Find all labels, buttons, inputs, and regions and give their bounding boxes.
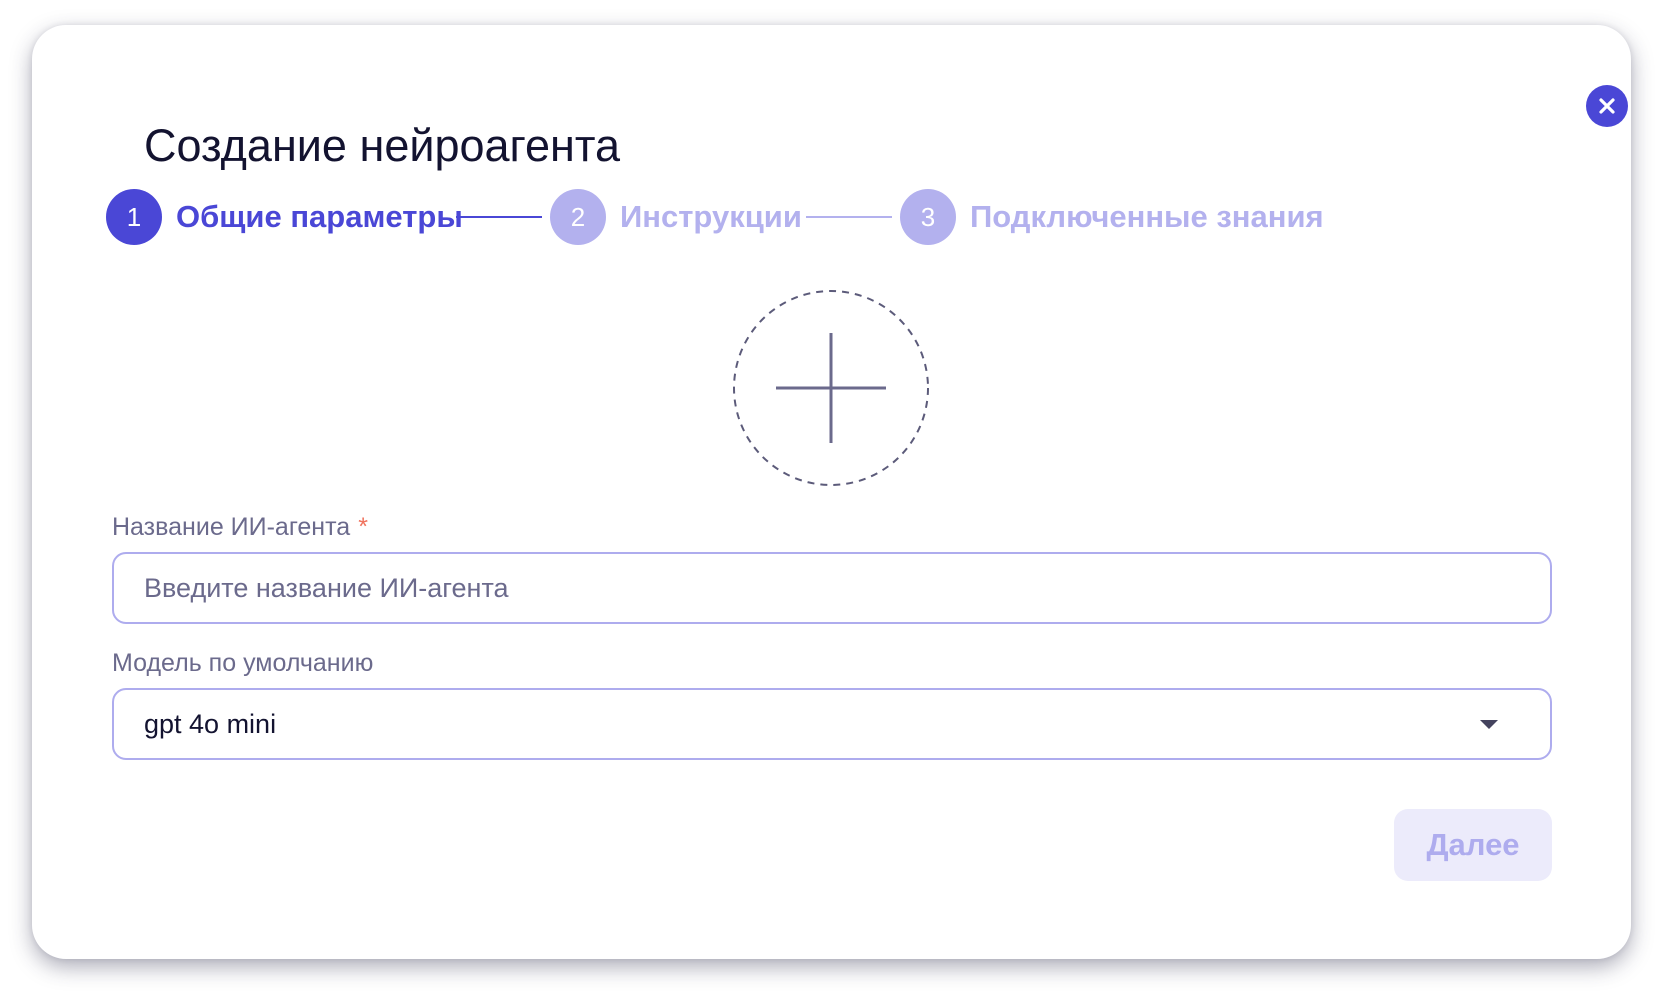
create-agent-dialog: Создание нейроагента 1 Общие параметры 2… bbox=[32, 25, 1631, 959]
plus-icon bbox=[733, 290, 929, 486]
step-2-number[interactable]: 2 bbox=[550, 189, 606, 245]
default-model-select[interactable]: gpt 4o mini bbox=[112, 688, 1552, 760]
default-model-label: Модель по умолчанию bbox=[112, 649, 374, 677]
step-2-label[interactable]: Инструкции bbox=[620, 197, 802, 237]
required-mark: * bbox=[358, 513, 368, 541]
dialog-title: Создание нейроагента bbox=[144, 120, 620, 171]
default-model-value: gpt 4o mini bbox=[144, 708, 277, 739]
agent-name-input[interactable] bbox=[112, 552, 1552, 624]
close-button[interactable] bbox=[1586, 85, 1628, 127]
step-connector-2 bbox=[806, 216, 892, 218]
chevron-down-icon[interactable] bbox=[1480, 719, 1498, 729]
close-icon bbox=[1599, 98, 1615, 114]
step-1-label[interactable]: Общие параметры bbox=[176, 197, 463, 237]
next-button[interactable]: Далее bbox=[1394, 809, 1552, 881]
step-connector-1 bbox=[456, 216, 542, 218]
step-3-label[interactable]: Подключенные знания bbox=[970, 197, 1324, 237]
step-3-number[interactable]: 3 bbox=[900, 189, 956, 245]
avatar-upload-button[interactable] bbox=[732, 289, 930, 487]
step-1-number[interactable]: 1 bbox=[106, 189, 162, 245]
agent-name-label: Название ИИ-агента * bbox=[112, 511, 368, 543]
agent-name-label-text: Название ИИ-агента bbox=[112, 513, 351, 541]
